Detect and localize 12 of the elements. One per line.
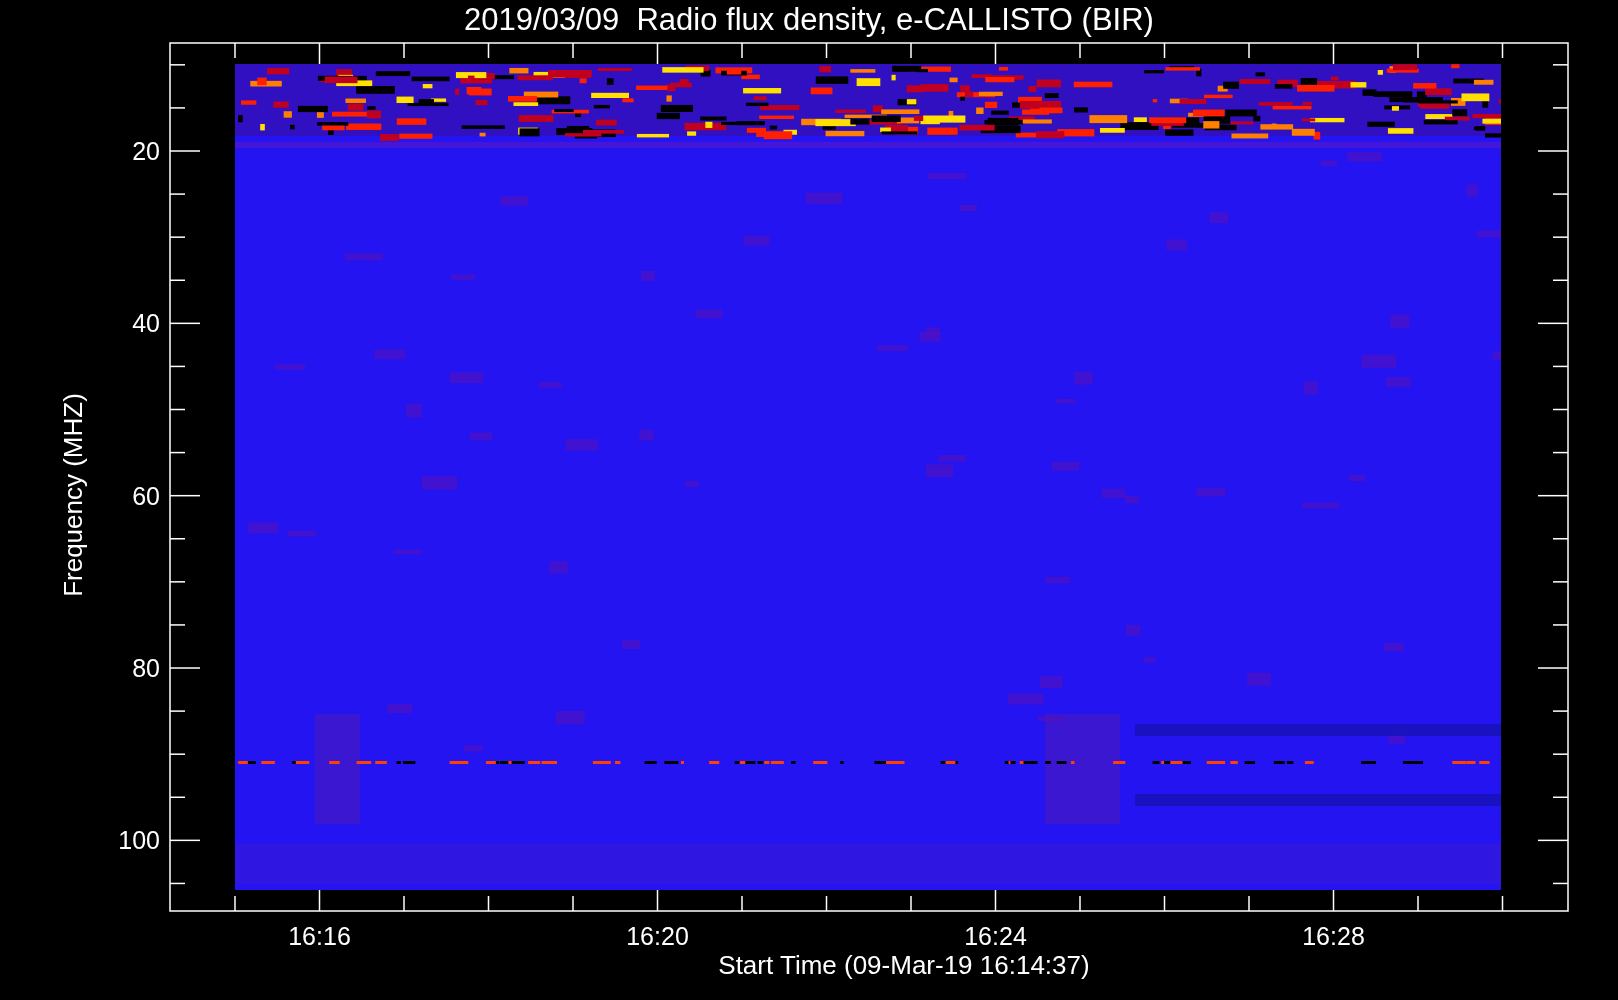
x-tick-label: 16:28: [1301, 922, 1366, 950]
x-axis-label: Start Time (09-Mar-19 16:14:37): [717, 950, 1091, 980]
x-tick-label: 16:24: [963, 922, 1028, 950]
x-tick-label: 16:20: [625, 922, 690, 950]
y-tick-label: 60: [132, 481, 160, 510]
y-tick-label: 80: [132, 654, 160, 682]
chart-title: 2019/03/09 Radio flux density, e-CALLISTO (BIR): [463, 2, 1155, 38]
y-axis-label: Frequency (MHZ): [58, 392, 88, 599]
y-tick-label: 20: [132, 137, 160, 165]
y-tick-label: 40: [132, 309, 160, 338]
x-tick-label: 16:16: [287, 922, 352, 950]
y-tick-label: 100: [118, 826, 160, 855]
